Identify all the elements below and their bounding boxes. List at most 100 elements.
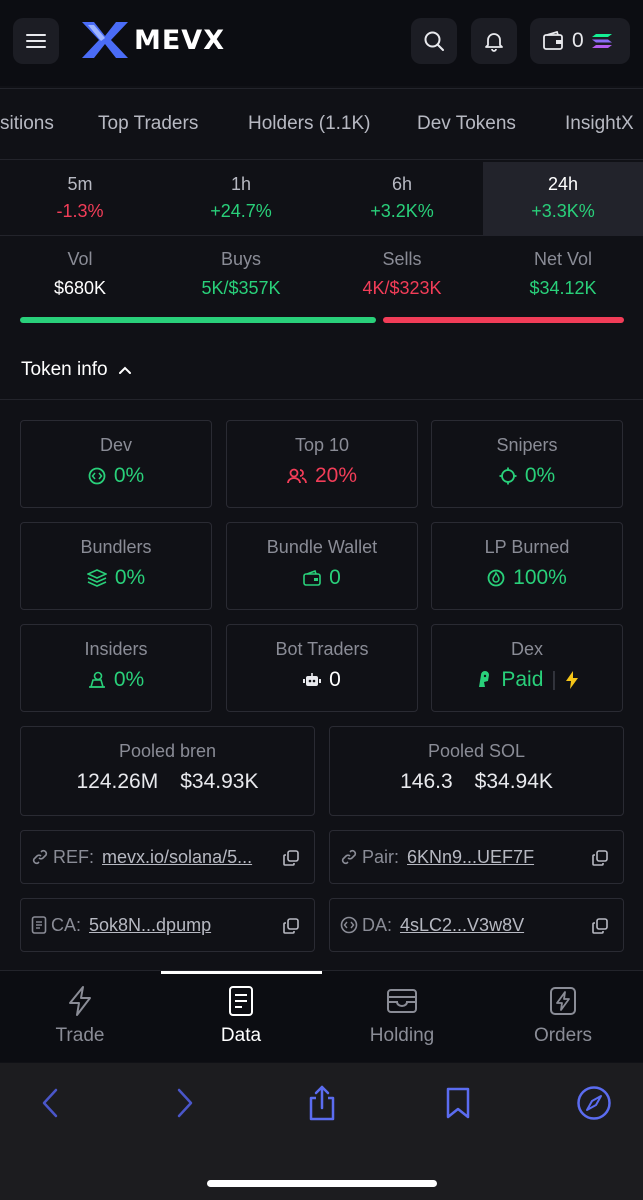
holding-icon xyxy=(387,989,417,1013)
metric-label: Bundle Wallet xyxy=(266,537,378,557)
stat-value: 5K/$357K xyxy=(201,278,281,298)
divider: | xyxy=(551,668,557,691)
copy-icon[interactable] xyxy=(591,917,609,935)
mevx-logo[interactable]: MEVX xyxy=(80,20,225,60)
logo-mark-icon xyxy=(82,22,128,58)
code-icon xyxy=(340,916,358,934)
timeframe-change: +3.2K% xyxy=(370,201,434,221)
metric-snipers: Snipers 0% xyxy=(431,420,623,508)
metric-label: LP Burned xyxy=(484,537,570,557)
active-tab-indicator xyxy=(161,971,322,974)
ca-label: CA: xyxy=(51,914,82,935)
bottom-navigation: Trade Data Holding Orders xyxy=(0,970,643,1062)
metric-value: 0 xyxy=(329,566,341,589)
metric-bundle-wallet: Bundle Wallet 0 xyxy=(226,522,418,610)
pooled-label: Pooled SOL xyxy=(427,741,526,761)
nav-trade[interactable]: Trade xyxy=(0,985,160,1047)
data-tabs: sitions Top Traders Holders (1.1K) Dev T… xyxy=(0,88,643,160)
top-header: MEVX 0 xyxy=(0,0,643,86)
pooled-amount: 146.3 xyxy=(400,770,453,793)
document-icon xyxy=(229,986,253,1016)
crosshair-icon xyxy=(499,467,517,485)
timeframe-24h[interactable]: 24h +3.3K% xyxy=(483,162,643,236)
metric-dex: Dex Paid | xyxy=(431,624,623,712)
stat-buys: Buys 5K/$357K xyxy=(161,249,321,299)
wallet-icon xyxy=(303,570,321,586)
copy-icon[interactable] xyxy=(282,849,300,867)
browser-bookmark-button[interactable] xyxy=(438,1083,478,1123)
metric-bundlers: Bundlers 0% xyxy=(20,522,212,610)
browser-forward-button[interactable] xyxy=(165,1083,205,1123)
nav-orders[interactable]: Orders xyxy=(483,985,643,1047)
timeframe-change: -1.3% xyxy=(56,201,104,221)
orders-icon xyxy=(550,987,576,1015)
stat-label: Buys xyxy=(220,249,262,269)
metric-label: Top 10 xyxy=(294,435,350,455)
da-link-card: DA: 4sLC2...V3w8V xyxy=(329,898,624,952)
logo-text: MEVX xyxy=(134,24,226,56)
tab-dev-tokens[interactable]: Dev Tokens xyxy=(417,113,516,135)
tab-holders[interactable]: Holders (1.1K) xyxy=(248,113,371,135)
nav-data[interactable]: Data xyxy=(161,985,321,1047)
pooled-bren-card: Pooled bren 124.26M $34.93K xyxy=(20,726,315,816)
timeframe-label: 5m xyxy=(67,174,93,194)
metric-value: 20% xyxy=(314,464,358,487)
metric-value: 0% xyxy=(524,464,556,487)
stat-net-vol: Net Vol $34.12K xyxy=(483,249,643,299)
metric-dev: Dev 0% xyxy=(20,420,212,508)
ref-link[interactable]: mevx.io/solana/5... xyxy=(102,847,252,868)
home-indicator xyxy=(207,1180,437,1187)
timeframe-change: +3.3K% xyxy=(531,201,595,221)
wallet-button[interactable]: 0 xyxy=(530,18,630,64)
metric-insiders: Insiders 0% xyxy=(20,624,212,712)
search-button[interactable] xyxy=(411,18,457,64)
lightning-icon xyxy=(565,671,578,689)
insider-icon xyxy=(88,671,105,688)
token-info-toggle[interactable]: Token info xyxy=(0,340,643,400)
timeframe-label: 24h xyxy=(547,174,579,194)
bell-icon xyxy=(485,33,503,52)
menu-button[interactable] xyxy=(13,18,59,64)
stat-sells: Sells 4K/$323K xyxy=(322,249,482,299)
copy-icon[interactable] xyxy=(282,917,300,935)
timeframe-5m[interactable]: 5m -1.3% xyxy=(0,162,160,236)
menu-icon xyxy=(26,34,46,48)
chevron-up-icon xyxy=(118,366,131,374)
wallet-icon xyxy=(543,31,563,50)
metric-label: Bot Traders xyxy=(275,639,369,659)
tab-insightx[interactable]: InsightX xyxy=(565,113,634,135)
copy-icon[interactable] xyxy=(591,849,609,867)
pooled-usd: $34.93K xyxy=(180,770,259,793)
metric-bot-traders: Bot Traders 0 xyxy=(226,624,418,712)
browser-safari-button[interactable] xyxy=(574,1083,614,1123)
stat-label: Net Vol xyxy=(533,249,593,269)
metric-value: 0 xyxy=(329,668,341,691)
notifications-button[interactable] xyxy=(471,18,517,64)
timeframe-selector: 5m -1.3% 1h +24.7% 6h +3.2K% 24h +3.3K% xyxy=(0,162,643,236)
pooled-usd: $34.94K xyxy=(474,770,553,793)
tab-positions[interactable]: sitions xyxy=(0,113,54,135)
dex-icon xyxy=(479,671,490,687)
metric-label: Dev xyxy=(99,435,132,455)
stat-value: $680K xyxy=(53,278,107,298)
token-info-title: Token info xyxy=(21,358,108,380)
nav-label: Trade xyxy=(55,1025,105,1046)
wallet-count: 0 xyxy=(572,29,584,52)
timeframe-change: +24.7% xyxy=(210,201,272,221)
pair-link[interactable]: 6KNn9...UEF7F xyxy=(407,847,534,868)
robot-icon xyxy=(303,673,322,686)
browser-back-button[interactable] xyxy=(30,1083,70,1123)
da-link[interactable]: 4sLC2...V3w8V xyxy=(400,915,524,936)
pair-link-card: Pair: 6KNn9...UEF7F xyxy=(329,830,624,884)
nav-holding[interactable]: Holding xyxy=(322,985,482,1047)
stat-label: Vol xyxy=(67,249,93,269)
pair-label: Pair: xyxy=(362,846,400,867)
timeframe-1h[interactable]: 1h +24.7% xyxy=(161,162,321,236)
metric-label: Snipers xyxy=(496,435,558,455)
browser-share-button[interactable] xyxy=(302,1083,342,1123)
search-icon xyxy=(424,31,444,51)
ca-link[interactable]: 5ok8N...dpump xyxy=(89,915,211,936)
tab-top-traders[interactable]: Top Traders xyxy=(98,113,198,135)
metric-value: 100% xyxy=(513,566,567,589)
timeframe-6h[interactable]: 6h +3.2K% xyxy=(322,162,482,236)
